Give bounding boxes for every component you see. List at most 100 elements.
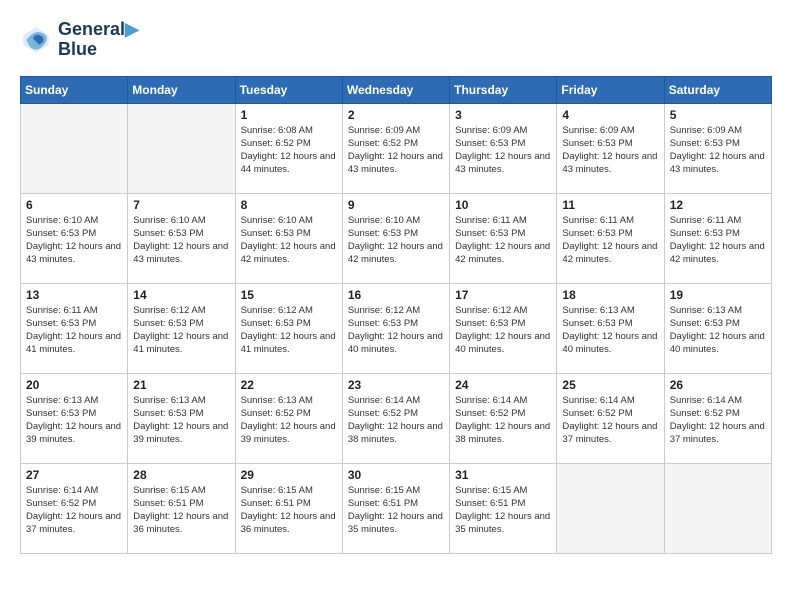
- day-number: 12: [670, 198, 766, 212]
- calendar-cell: 2 Sunrise: 6:09 AM Sunset: 6:52 PM Daylig…: [342, 103, 449, 193]
- calendar-cell: 12 Sunrise: 6:11 AM Sunset: 6:53 PM Dayli…: [664, 193, 771, 283]
- day-number: 14: [133, 288, 229, 302]
- day-info: Sunrise: 6:11 AM Sunset: 6:53 PM Dayligh…: [26, 304, 122, 357]
- calendar-cell: 3 Sunrise: 6:09 AM Sunset: 6:53 PM Daylig…: [450, 103, 557, 193]
- day-info: Sunrise: 6:08 AM Sunset: 6:52 PM Dayligh…: [241, 124, 337, 177]
- day-info: Sunrise: 6:10 AM Sunset: 6:53 PM Dayligh…: [133, 214, 229, 267]
- day-number: 2: [348, 108, 444, 122]
- logo-text: General▶ Blue: [58, 20, 139, 60]
- logo-icon: [20, 24, 52, 56]
- day-number: 11: [562, 198, 658, 212]
- calendar-cell: 1 Sunrise: 6:08 AM Sunset: 6:52 PM Daylig…: [235, 103, 342, 193]
- day-number: 30: [348, 468, 444, 482]
- day-number: 20: [26, 378, 122, 392]
- calendar-cell: 28 Sunrise: 6:15 AM Sunset: 6:51 PM Dayli…: [128, 463, 235, 553]
- calendar-cell: 4 Sunrise: 6:09 AM Sunset: 6:53 PM Daylig…: [557, 103, 664, 193]
- header-sunday: Sunday: [21, 76, 128, 103]
- day-info: Sunrise: 6:12 AM Sunset: 6:53 PM Dayligh…: [241, 304, 337, 357]
- day-number: 16: [348, 288, 444, 302]
- day-number: 17: [455, 288, 551, 302]
- day-number: 13: [26, 288, 122, 302]
- calendar-cell: 15 Sunrise: 6:12 AM Sunset: 6:53 PM Dayli…: [235, 283, 342, 373]
- calendar-cell: [21, 103, 128, 193]
- day-number: 28: [133, 468, 229, 482]
- calendar-cell: 31Sunrise: 6:15 AM Sunset: 6:51 PM Dayli…: [450, 463, 557, 553]
- day-info: Sunrise: 6:15 AM Sunset: 6:51 PM Dayligh…: [241, 484, 337, 537]
- calendar-header-row: SundayMondayTuesdayWednesdayThursdayFrid…: [21, 76, 772, 103]
- day-number: 9: [348, 198, 444, 212]
- day-info: Sunrise: 6:12 AM Sunset: 6:53 PM Dayligh…: [348, 304, 444, 357]
- week-row-5: 27Sunrise: 6:14 AM Sunset: 6:52 PM Dayli…: [21, 463, 772, 553]
- day-info: Sunrise: 6:12 AM Sunset: 6:53 PM Dayligh…: [133, 304, 229, 357]
- header-monday: Monday: [128, 76, 235, 103]
- day-number: 5: [670, 108, 766, 122]
- day-info: Sunrise: 6:14 AM Sunset: 6:52 PM Dayligh…: [562, 394, 658, 447]
- calendar-cell: 23 Sunrise: 6:14 AM Sunset: 6:52 PM Dayli…: [342, 373, 449, 463]
- day-info: Sunrise: 6:14 AM Sunset: 6:52 PM Dayligh…: [670, 394, 766, 447]
- day-number: 7: [133, 198, 229, 212]
- calendar-cell: 24 Sunrise: 6:14 AM Sunset: 6:52 PM Dayli…: [450, 373, 557, 463]
- calendar-cell: 7 Sunrise: 6:10 AM Sunset: 6:53 PM Daylig…: [128, 193, 235, 283]
- day-number: 21: [133, 378, 229, 392]
- day-number: 6: [26, 198, 122, 212]
- day-info: Sunrise: 6:09 AM Sunset: 6:53 PM Dayligh…: [455, 124, 551, 177]
- calendar-cell: 16 Sunrise: 6:12 AM Sunset: 6:53 PM Dayli…: [342, 283, 449, 373]
- day-info: Sunrise: 6:09 AM Sunset: 6:53 PM Dayligh…: [562, 124, 658, 177]
- calendar-cell: 9 Sunrise: 6:10 AM Sunset: 6:53 PM Daylig…: [342, 193, 449, 283]
- calendar-cell: 6Sunrise: 6:10 AM Sunset: 6:53 PM Daylig…: [21, 193, 128, 283]
- day-number: 25: [562, 378, 658, 392]
- day-info: Sunrise: 6:10 AM Sunset: 6:53 PM Dayligh…: [348, 214, 444, 267]
- header-wednesday: Wednesday: [342, 76, 449, 103]
- day-number: 29: [241, 468, 337, 482]
- day-number: 4: [562, 108, 658, 122]
- calendar-cell: 8 Sunrise: 6:10 AM Sunset: 6:53 PM Daylig…: [235, 193, 342, 283]
- calendar-cell: 29 Sunrise: 6:15 AM Sunset: 6:51 PM Dayli…: [235, 463, 342, 553]
- calendar-cell: 10 Sunrise: 6:11 AM Sunset: 6:53 PM Dayli…: [450, 193, 557, 283]
- logo: General▶ Blue: [20, 20, 139, 60]
- day-number: 1: [241, 108, 337, 122]
- day-number: 3: [455, 108, 551, 122]
- day-info: Sunrise: 6:10 AM Sunset: 6:53 PM Dayligh…: [241, 214, 337, 267]
- day-info: Sunrise: 6:13 AM Sunset: 6:53 PM Dayligh…: [562, 304, 658, 357]
- day-info: Sunrise: 6:11 AM Sunset: 6:53 PM Dayligh…: [562, 214, 658, 267]
- calendar-cell: 26 Sunrise: 6:14 AM Sunset: 6:52 PM Dayli…: [664, 373, 771, 463]
- calendar-cell: 21 Sunrise: 6:13 AM Sunset: 6:53 PM Dayli…: [128, 373, 235, 463]
- day-number: 24: [455, 378, 551, 392]
- week-row-3: 13 Sunrise: 6:11 AM Sunset: 6:53 PM Dayli…: [21, 283, 772, 373]
- day-info: Sunrise: 6:15 AM Sunset: 6:51 PM Dayligh…: [348, 484, 444, 537]
- calendar-cell: 20Sunrise: 6:13 AM Sunset: 6:53 PM Dayli…: [21, 373, 128, 463]
- calendar-cell: 27Sunrise: 6:14 AM Sunset: 6:52 PM Dayli…: [21, 463, 128, 553]
- day-number: 15: [241, 288, 337, 302]
- header-saturday: Saturday: [664, 76, 771, 103]
- day-number: 18: [562, 288, 658, 302]
- calendar-cell: 25 Sunrise: 6:14 AM Sunset: 6:52 PM Dayli…: [557, 373, 664, 463]
- day-info: Sunrise: 6:11 AM Sunset: 6:53 PM Dayligh…: [455, 214, 551, 267]
- day-number: 10: [455, 198, 551, 212]
- calendar-cell: 18 Sunrise: 6:13 AM Sunset: 6:53 PM Dayli…: [557, 283, 664, 373]
- day-info: Sunrise: 6:15 AM Sunset: 6:51 PM Dayligh…: [455, 484, 551, 537]
- header-tuesday: Tuesday: [235, 76, 342, 103]
- day-info: Sunrise: 6:09 AM Sunset: 6:52 PM Dayligh…: [348, 124, 444, 177]
- calendar-cell: 14 Sunrise: 6:12 AM Sunset: 6:53 PM Dayli…: [128, 283, 235, 373]
- day-info: Sunrise: 6:11 AM Sunset: 6:53 PM Dayligh…: [670, 214, 766, 267]
- day-info: Sunrise: 6:14 AM Sunset: 6:52 PM Dayligh…: [455, 394, 551, 447]
- calendar-cell: [664, 463, 771, 553]
- calendar-cell: 17Sunrise: 6:12 AM Sunset: 6:53 PM Dayli…: [450, 283, 557, 373]
- day-number: 26: [670, 378, 766, 392]
- calendar-table: SundayMondayTuesdayWednesdayThursdayFrid…: [20, 76, 772, 554]
- day-number: 8: [241, 198, 337, 212]
- page-header: General▶ Blue: [20, 20, 772, 60]
- header-friday: Friday: [557, 76, 664, 103]
- day-info: Sunrise: 6:14 AM Sunset: 6:52 PM Dayligh…: [348, 394, 444, 447]
- day-info: Sunrise: 6:13 AM Sunset: 6:53 PM Dayligh…: [670, 304, 766, 357]
- calendar-cell: 22Sunrise: 6:13 AM Sunset: 6:52 PM Dayli…: [235, 373, 342, 463]
- day-info: Sunrise: 6:13 AM Sunset: 6:53 PM Dayligh…: [133, 394, 229, 447]
- calendar-cell: [128, 103, 235, 193]
- day-number: 23: [348, 378, 444, 392]
- week-row-4: 20 Sunrise: 6:13 AM Sunset: 6:53 PM Dayli…: [21, 373, 772, 463]
- calendar-cell: [557, 463, 664, 553]
- day-info: Sunrise: 6:13 AM Sunset: 6:52 PM Dayligh…: [241, 394, 337, 447]
- day-info: Sunrise: 6:15 AM Sunset: 6:51 PM Dayligh…: [133, 484, 229, 537]
- week-row-2: 6 Sunrise: 6:10 AM Sunset: 6:53 PM Daylig…: [21, 193, 772, 283]
- day-number: 19: [670, 288, 766, 302]
